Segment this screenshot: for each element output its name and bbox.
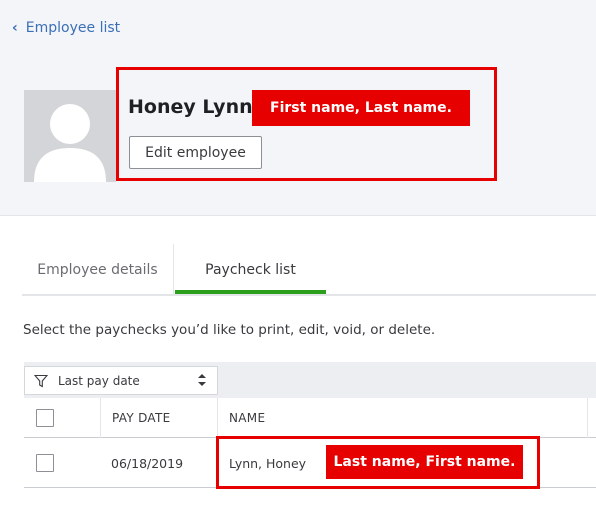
cell-pay-date: 06/18/2019 <box>111 455 184 471</box>
table-header: PAY DATE NAME <box>24 398 596 438</box>
filter-funnel-icon <box>34 374 48 387</box>
filter-label: Last pay date <box>58 373 140 388</box>
sort-arrows-icon <box>198 374 206 386</box>
tab-employee-details[interactable]: Employee details <box>22 244 174 296</box>
select-all-checkbox[interactable] <box>36 409 54 427</box>
column-header-name[interactable]: NAME <box>229 398 265 438</box>
instruction-text: Select the paychecks you’d like to print… <box>23 322 436 338</box>
column-divider <box>587 398 588 438</box>
tab-paycheck-list[interactable]: Paycheck list <box>175 244 326 296</box>
tab-bar: Employee details Paycheck list <box>22 244 596 296</box>
pay-date-filter-select[interactable]: Last pay date <box>24 366 218 395</box>
active-tab-indicator <box>175 290 326 294</box>
column-header-pay-date[interactable]: PAY DATE <box>112 398 171 438</box>
column-divider <box>217 398 218 438</box>
row-checkbox[interactable] <box>36 454 54 472</box>
avatar <box>24 90 116 182</box>
chevron-left-icon: ‹ <box>12 20 18 36</box>
person-silhouette-icon <box>34 104 106 182</box>
back-to-employee-list-link[interactable]: ‹ Employee list <box>12 20 120 36</box>
annotation-label-header: First name, Last name. <box>252 90 470 126</box>
column-divider <box>100 398 101 438</box>
annotation-label-row: Last name, First name. <box>326 445 523 479</box>
back-link-label: Employee list <box>25 20 121 36</box>
